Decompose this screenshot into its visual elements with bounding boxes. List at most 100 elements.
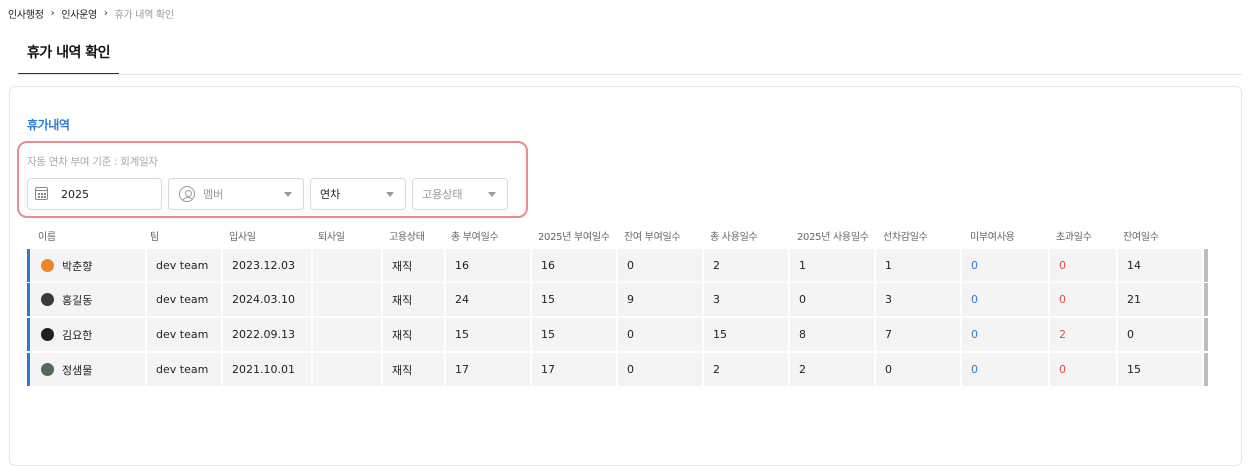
chevron-down-icon [284,192,292,197]
row-end-bar [1204,353,1208,386]
cell-pre-deducted: 0 [876,353,960,386]
cell-remaining: 14 [1118,249,1202,282]
cell-remaining: 0 [1118,318,1202,351]
cell-total-granted: 24 [446,283,530,316]
cell-granted-2025: 16 [532,249,616,282]
cell-remaining: 15 [1118,353,1202,386]
chevron-down-icon [488,192,496,197]
row-accent-bar [27,353,30,386]
cell-remaining-granted: 0 [618,249,702,282]
member-placeholder: 멤버 [203,188,224,201]
row-accent-bar [27,249,30,282]
column-header-remaining-granted[interactable]: 잔여 부여일수 [624,228,681,243]
column-header-leave-date[interactable]: 퇴사일 [318,228,345,243]
cell-remaining-granted: 0 [618,353,702,386]
breadcrumb-item-hr-admin[interactable]: 인사행정 [8,6,44,21]
cell-hire-date: 2021.10.01 [223,353,311,386]
cell-total-used: 3 [704,283,788,316]
cell-leave-date [313,283,381,316]
column-header-granted-2025[interactable]: 2025년 부여일수 [538,228,610,243]
column-header-hire-date[interactable]: 입사일 [229,228,256,243]
row-end-bar [1204,318,1208,351]
column-header-used-2025[interactable]: 2025년 사용일수 [797,228,869,243]
table-row[interactable]: 정샘물 dev team 2021.10.01 재직 17 17 0 2 2 0… [27,353,1208,386]
chevron-right-icon: › [103,7,108,19]
breadcrumb: 인사행정 › 인사운영 › 휴가 내역 확인 [8,5,174,21]
cell-total-granted: 16 [446,249,530,282]
breadcrumb-item-hr-ops[interactable]: 인사운영 [61,6,97,21]
tab-leave-history[interactable]: 휴가 내역 확인 [18,31,119,75]
cell-granted-2025: 17 [532,353,616,386]
year-picker[interactable]: 2025 [27,178,162,210]
member-select[interactable]: 멤버 [168,178,304,210]
cell-hire-date: 2022.09.13 [223,318,311,351]
chevron-right-icon: › [50,7,55,19]
cell-used-2025: 1 [790,249,874,282]
cell-leave-date [313,318,381,351]
cell-ungranted-used: 0 [962,318,1048,351]
cell-leave-date [313,249,381,282]
cell-ungranted-used: 0 [962,249,1048,282]
cell-total-used: 2 [704,353,788,386]
cell-status: 재직 [383,353,444,386]
row-accent-bar [27,283,30,316]
row-end-bar [1204,249,1208,282]
table-row[interactable]: 김요한 dev team 2022.09.13 재직 15 15 0 15 8 … [27,318,1208,351]
cell-used-2025: 2 [790,353,874,386]
cell-excess: 0 [1050,283,1116,316]
column-header-total-used[interactable]: 총 사용일수 [710,228,758,243]
cell-total-used: 15 [704,318,788,351]
column-header-total-granted[interactable]: 총 부여일수 [451,228,499,243]
user-icon [179,186,195,202]
cell-leave-date [313,353,381,386]
cell-name: 정샘물 [31,353,145,386]
cell-team: dev team [147,283,221,316]
cell-status: 재직 [383,283,444,316]
cell-excess: 2 [1050,318,1116,351]
cell-hire-date: 2024.03.10 [223,283,311,316]
cell-status: 재직 [383,249,444,282]
cell-ungranted-used: 0 [962,283,1048,316]
column-header-ungranted-used[interactable]: 미부여사용 [970,228,1015,243]
cell-name: 김요한 [31,318,145,351]
cell-excess: 0 [1050,353,1116,386]
cell-total-granted: 15 [446,318,530,351]
auto-grant-hint: 자동 연차 부여 기준 : 회계일자 [27,156,158,168]
cell-granted-2025: 15 [532,318,616,351]
cell-excess: 0 [1050,249,1116,282]
cell-team: dev team [147,318,221,351]
cell-hire-date: 2023.12.03 [223,249,311,282]
cell-remaining-granted: 9 [618,283,702,316]
row-end-bar [1204,283,1208,316]
column-header-team[interactable]: 팀 [150,228,159,243]
year-value: 2025 [61,187,89,201]
section-title: 휴가내역 [27,118,70,132]
table-row[interactable]: 홍길동 dev team 2024.03.10 재직 24 15 9 3 0 3… [27,283,1208,316]
cell-total-granted: 17 [446,353,530,386]
column-header-name[interactable]: 이름 [38,228,56,243]
cell-ungranted-used: 0 [962,353,1048,386]
table-row[interactable]: 박춘향 dev team 2023.12.03 재직 16 16 0 2 1 1… [27,249,1208,282]
avatar [41,293,54,306]
cell-team: dev team [147,353,221,386]
tab-divider [18,74,1242,75]
column-header-status[interactable]: 고용상태 [389,228,425,243]
cell-remaining: 21 [1118,283,1202,316]
cell-name: 홍길동 [31,283,145,316]
breadcrumb-item-current: 휴가 내역 확인 [114,9,174,21]
employment-status-placeholder: 고용상태 [422,188,463,201]
cell-pre-deducted: 7 [876,318,960,351]
leave-type-select[interactable]: 연차 [310,178,406,210]
cell-remaining-granted: 0 [618,318,702,351]
cell-total-used: 2 [704,249,788,282]
cell-status: 재직 [383,318,444,351]
row-accent-bar [27,318,30,351]
employment-status-select[interactable]: 고용상태 [412,178,508,210]
leave-type-value: 연차 [320,188,341,201]
column-header-remaining[interactable]: 잔여일수 [1123,228,1159,243]
chevron-down-icon [386,192,394,197]
column-header-excess[interactable]: 초과일수 [1056,228,1092,243]
cell-granted-2025: 15 [532,283,616,316]
column-header-pre-deducted[interactable]: 선차감일수 [883,228,928,243]
cell-used-2025: 8 [790,318,874,351]
